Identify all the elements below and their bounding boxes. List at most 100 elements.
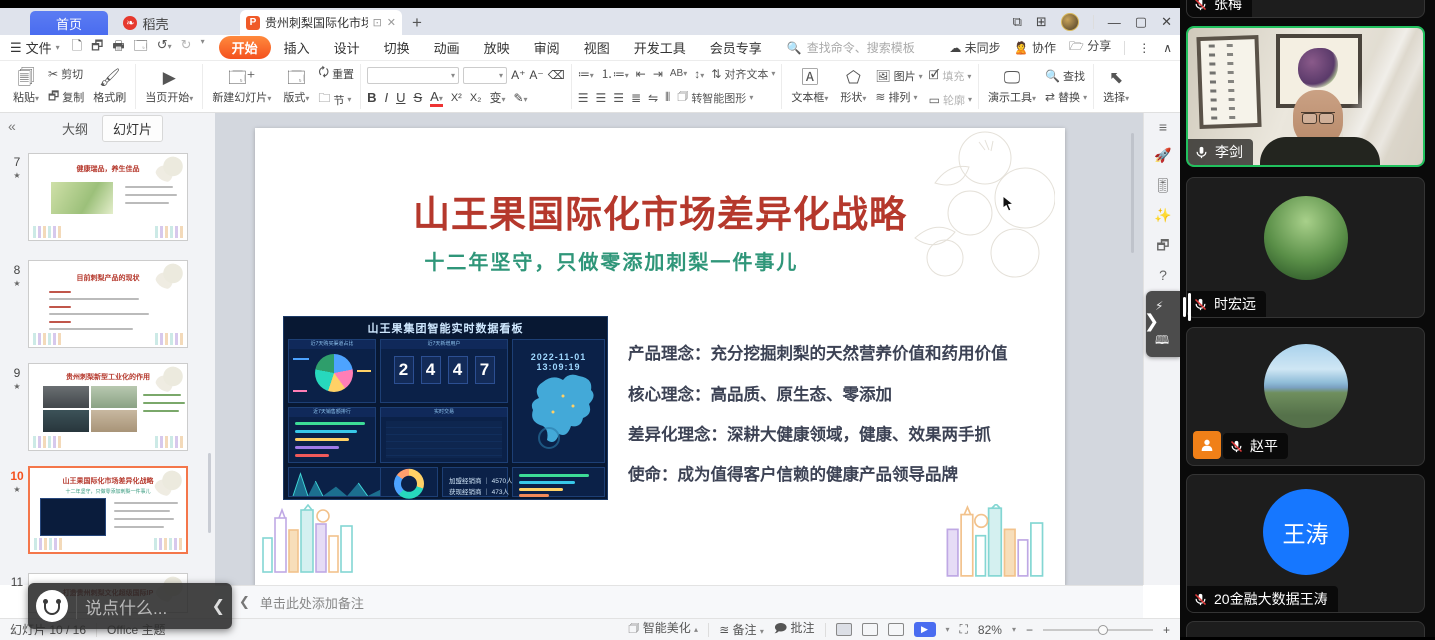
menu-transition[interactable]: 切换 bbox=[373, 36, 421, 59]
participant-tile[interactable]: 张梅 bbox=[1186, 0, 1425, 18]
picture-button[interactable]: 🖼图片▾ bbox=[875, 68, 922, 84]
preview-icon[interactable]: 🗔 bbox=[134, 37, 148, 59]
align-center-icon[interactable]: ☰ bbox=[595, 91, 606, 105]
tab-outline[interactable]: 大纲 bbox=[52, 116, 98, 141]
slide-thumbnail-9[interactable]: 贵州刺梨新型工业化的作用 bbox=[28, 363, 188, 451]
menu-member[interactable]: 会员专享 bbox=[699, 36, 773, 59]
close-button[interactable]: ✕ bbox=[1161, 14, 1172, 30]
collapse-notes-icon[interactable]: ❮ bbox=[239, 594, 250, 610]
panel-resize-grip[interactable] bbox=[1183, 297, 1186, 317]
magic-wand-icon[interactable]: ✨ bbox=[1153, 205, 1173, 225]
notes-bar[interactable]: ❮ 单击此处添加备注 bbox=[215, 585, 1143, 618]
sorter-view-icon[interactable] bbox=[862, 623, 878, 636]
user-avatar[interactable] bbox=[1061, 13, 1079, 31]
export-icon[interactable]: 🗗 bbox=[91, 37, 103, 59]
decrease-font-icon[interactable]: A⁻ bbox=[529, 68, 543, 82]
align-left-icon[interactable]: ☰ bbox=[578, 91, 589, 105]
presentation-tools-button[interactable]: 🖵 演示工具▾ bbox=[985, 69, 1039, 105]
to-smart-graphic-button[interactable]: 🗇转智能图形▾ bbox=[677, 87, 753, 108]
meeting-chat-overlay[interactable]: 说点什么... ❮ bbox=[28, 583, 232, 629]
participant-tile[interactable]: 赵平 bbox=[1186, 327, 1425, 466]
slide-subtitle[interactable]: 十二年坚守，只做零添加刺梨一件事儿 bbox=[255, 246, 968, 275]
participant-tile[interactable]: 时宏远 bbox=[1186, 177, 1425, 318]
tab-slides[interactable]: 幻灯片 bbox=[102, 115, 163, 142]
text-box-button[interactable]: 🄰 文本框▾ bbox=[788, 69, 831, 105]
menu-review[interactable]: 审阅 bbox=[523, 36, 571, 59]
text-effects-button[interactable]: ✎▾ bbox=[513, 91, 527, 105]
notes-toggle[interactable]: ≊ 备注 ▾ bbox=[719, 621, 764, 638]
chevron-left-icon[interactable]: ❮ bbox=[212, 596, 225, 616]
participant-tile[interactable]: 王涛 20金融大数据王涛 bbox=[1186, 474, 1425, 613]
apps-grid-icon[interactable]: ⊞ bbox=[1036, 14, 1047, 30]
reset-button[interactable]: 🗘重置 bbox=[318, 63, 354, 84]
play-options-icon[interactable]: ▾ bbox=[946, 625, 950, 634]
font-size-select[interactable]: ▾ bbox=[463, 67, 507, 84]
slide-thumbnail-7[interactable]: 健康瑞品，养生佳品 bbox=[28, 153, 188, 241]
single-window-icon[interactable]: ⧉ bbox=[1013, 14, 1022, 30]
chevron-right-icon[interactable]: ❯ bbox=[1144, 311, 1159, 332]
align-text-button[interactable]: ⇅对齐文本▾ bbox=[711, 66, 775, 82]
file-menu[interactable]: ☰ 文件 ▾ bbox=[10, 38, 60, 57]
slideshow-play-button[interactable]: ▶ bbox=[914, 622, 936, 637]
participant-tile[interactable]: 李剑 bbox=[1186, 26, 1425, 167]
rocket-icon[interactable]: 🚀 bbox=[1153, 145, 1173, 165]
slide-thumbnail-10[interactable]: 山王果国际化市场差异化战略 十二年坚守，只做零添加刺梨一件事儿 bbox=[28, 466, 188, 554]
share-button[interactable]: 🗁 分享 bbox=[1069, 37, 1111, 58]
zoom-in-button[interactable]: + bbox=[1163, 623, 1170, 637]
strikethrough-button[interactable]: S bbox=[413, 90, 422, 105]
replace-button[interactable]: ⇄替换▾ bbox=[1045, 89, 1087, 105]
font-color-button[interactable]: A▾ bbox=[430, 89, 443, 107]
slide-point-4[interactable]: 使命：成为值得客户信赖的健康产品领导品牌 bbox=[628, 461, 1048, 485]
play-from-current-button[interactable]: ▶ 当页开始▾ bbox=[142, 69, 196, 105]
undo-icon[interactable]: ↺▾ bbox=[157, 37, 172, 59]
font-family-select[interactable]: ▾ bbox=[367, 67, 459, 84]
present-mode-icon[interactable]: ⊡ bbox=[373, 16, 382, 29]
bullets-icon[interactable]: ≔▾ bbox=[578, 67, 594, 81]
menu-view[interactable]: 视图 bbox=[573, 36, 621, 59]
clear-format-icon[interactable]: ⌫ bbox=[548, 68, 565, 82]
line-spacing-icon[interactable]: ↕▾ bbox=[694, 67, 704, 81]
fill-button[interactable]: 🗹填充▾ bbox=[929, 66, 972, 87]
current-slide[interactable]: 山王果国际化市场差异化战略 十二年坚守，只做零添加刺梨一件事儿 山王果集团智能实… bbox=[255, 128, 1065, 586]
sidebar-scrollbar[interactable] bbox=[208, 453, 211, 533]
arrange-button[interactable]: ≋排列▾ bbox=[875, 89, 922, 105]
fit-window-icon[interactable]: ⛶ bbox=[960, 622, 968, 637]
menu-animation[interactable]: 动画 bbox=[423, 36, 471, 59]
collapse-ribbon-icon[interactable]: ∧ bbox=[1163, 41, 1172, 55]
outline-button[interactable]: ▭轮廓▾ bbox=[929, 92, 972, 108]
highlight-button[interactable]: 变▾ bbox=[489, 89, 505, 106]
format-painter-button[interactable]: 🖌 格式刷 bbox=[90, 69, 129, 105]
menu-design[interactable]: 设计 bbox=[323, 36, 371, 59]
drag-handle-icon[interactable]: ≡ bbox=[1153, 117, 1173, 137]
tab-document[interactable]: P 贵州刺梨国际化市场战略.pptx ⊡ ✕ bbox=[240, 10, 402, 35]
chat-input-placeholder[interactable]: 说点什么... bbox=[85, 594, 167, 619]
cut-button[interactable]: ✂剪切 bbox=[48, 66, 84, 82]
tab-home[interactable]: 首页 bbox=[30, 11, 108, 35]
align-right-icon[interactable]: ☰ bbox=[613, 91, 624, 105]
select-button[interactable]: ⬉ 选择▾ bbox=[1100, 69, 1132, 105]
find-button[interactable]: 🔍查找 bbox=[1045, 68, 1087, 84]
paste-button[interactable]: 🗐 粘贴▾ bbox=[10, 69, 42, 105]
slide-thumbnail-8[interactable]: 目前刺梨产品的现状 bbox=[28, 260, 188, 348]
command-search[interactable]: 🔍 查找命令、搜索模板 bbox=[787, 39, 915, 56]
print-icon[interactable]: 🖶 bbox=[112, 37, 124, 59]
increase-indent-icon[interactable]: ⇥ bbox=[653, 67, 663, 81]
menu-insert[interactable]: 插入 bbox=[273, 36, 321, 59]
customize-toolbar-icon[interactable]: ▾ bbox=[201, 37, 205, 59]
new-slide-button[interactable]: 🗔⁺ 新建幻灯片▾ bbox=[209, 69, 274, 105]
menu-devtools[interactable]: 开发工具 bbox=[623, 36, 697, 59]
justify-icon[interactable]: ≣ bbox=[631, 91, 641, 105]
bold-button[interactable]: B bbox=[367, 90, 376, 105]
collab-button[interactable]: 🙎 协作 bbox=[1014, 39, 1056, 56]
settings-sliders-icon[interactable]: 🎚 bbox=[1153, 175, 1173, 195]
text-direction-icon[interactable]: AB▾ bbox=[670, 68, 687, 79]
subscript-button[interactable]: X₂ bbox=[470, 92, 482, 104]
superscript-button[interactable]: X² bbox=[451, 92, 462, 104]
dashboard-image[interactable]: 山王果集团智能实时数据看板 近7天购买渠道占比 近7天销售额排行 bbox=[283, 316, 608, 500]
close-tab-icon[interactable]: ✕ bbox=[387, 16, 396, 29]
reading-view-icon[interactable] bbox=[888, 623, 904, 636]
more-menu-icon[interactable]: ⋮ bbox=[1138, 41, 1150, 55]
sync-status[interactable]: ☁ 未同步 bbox=[949, 39, 1000, 56]
numbering-icon[interactable]: ⒈≔▾ bbox=[601, 65, 629, 82]
assistant-flyout[interactable]: ❯ ⚡ 🕮 bbox=[1146, 291, 1180, 357]
